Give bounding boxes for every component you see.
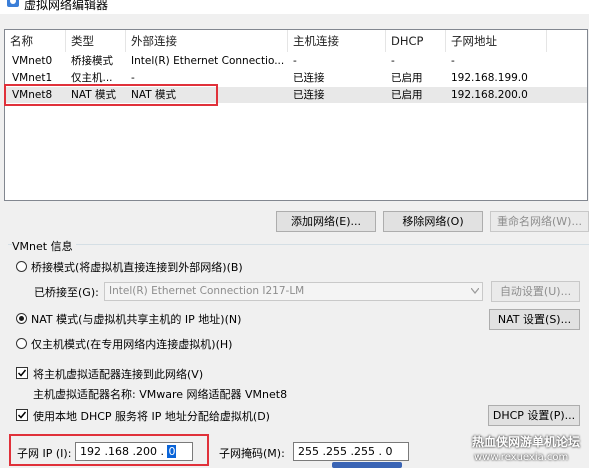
column-header-name[interactable]: 名称 [5,30,66,52]
adapter-name-text: 主机虚拟适配器名称: VMware 网络适配器 VMnet8 [33,388,288,401]
watermark-logo-fragment [332,462,402,468]
network-editor-icon [7,0,19,7]
cell-external: Intel(R) Ethernet Connectio... [131,55,285,67]
bridged-to-label: 已桥接至(G): [34,286,99,299]
remove-network-button[interactable]: 移除网络(O) [383,211,483,232]
watermark-url: www.rexuexia.com [474,452,569,463]
auto-settings-button[interactable]: 自动设置(U)... [491,281,580,302]
vmnet-info-title: VMnet 信息 [12,238,76,254]
checkmark-icon [17,411,27,419]
group-divider [8,244,589,245]
connect-adapter-label[interactable]: 将主机虚拟适配器连接到此网络(V) [33,366,203,382]
network-list[interactable]: 名称 类型 外部连接 主机连接 DHCP 子网地址 VMnet0 桥接模式 In… [4,29,588,201]
cell-dhcp: 已启用 [391,89,423,101]
nat-settings-button[interactable]: NAT 设置(S)... [489,309,580,330]
cell-subnet: 192.168.200.0 [451,89,528,101]
cell-dhcp: 已启用 [391,72,423,84]
chevron-down-icon [471,288,479,294]
add-network-button[interactable]: 添加网络(E)... [276,211,376,232]
cell-host: - [293,55,297,67]
cell-subnet: 192.168.199.0 [451,72,528,84]
nat-mode-label[interactable]: NAT 模式(与虚拟机共享主机的 IP 地址)(N) [31,311,241,327]
column-header-external[interactable]: 外部连接 [126,30,288,52]
column-header-type[interactable]: 类型 [66,30,126,52]
bridged-to-value: Intel(R) Ethernet Connection I217-LM [109,285,305,297]
host-only-label[interactable]: 仅主机模式(在专用网络内连接虚拟机)(H) [31,336,232,352]
title-bar: 虚拟网络编辑器 [0,0,589,14]
highlight-box-subnet-ip [9,434,209,466]
subnet-mask-label: 子网掩码(M): [219,447,285,460]
nat-mode-radio[interactable] [16,313,27,324]
dhcp-settings-button[interactable]: DHCP 设置(P)... [488,405,580,426]
bridged-mode-label[interactable]: 桥接模式(将虚拟机直接连接到外部网络)(B) [31,259,243,275]
cell-name: VMnet0 [12,55,53,67]
cell-dhcp: - [391,55,395,67]
cell-subnet: - [451,55,455,67]
column-header-host[interactable]: 主机连接 [288,30,386,52]
window-title: 虚拟网络编辑器 [24,0,109,12]
checkmark-icon [17,369,27,377]
bridged-mode-radio[interactable] [16,261,27,272]
subnet-mask-input[interactable]: 255 .255 .255 . 0 [293,442,409,461]
bridged-to-select[interactable]: Intel(R) Ethernet Connection I217-LM [104,282,483,301]
use-dhcp-checkbox[interactable] [16,409,28,421]
watermark-title: 热血侠网游单机论坛 [472,435,581,449]
connect-adapter-checkbox[interactable] [16,367,28,379]
host-only-radio[interactable] [16,338,27,349]
use-dhcp-label[interactable]: 使用本地 DHCP 服务将 IP 地址分配给虚拟机(D) [33,408,270,424]
column-header-dhcp[interactable]: DHCP [386,30,446,52]
cell-host: 已连接 [293,72,325,84]
column-header-subnet[interactable]: 子网地址 [446,30,547,52]
rename-network-button[interactable]: 重命名网络(W)... [490,211,589,232]
table-row[interactable]: VMnet0 桥接模式 Intel(R) Ethernet Connectio.… [5,53,587,69]
highlight-box-vmnet8 [4,84,218,106]
cell-type: 桥接模式 [71,55,113,67]
cell-host: 已连接 [293,89,325,101]
